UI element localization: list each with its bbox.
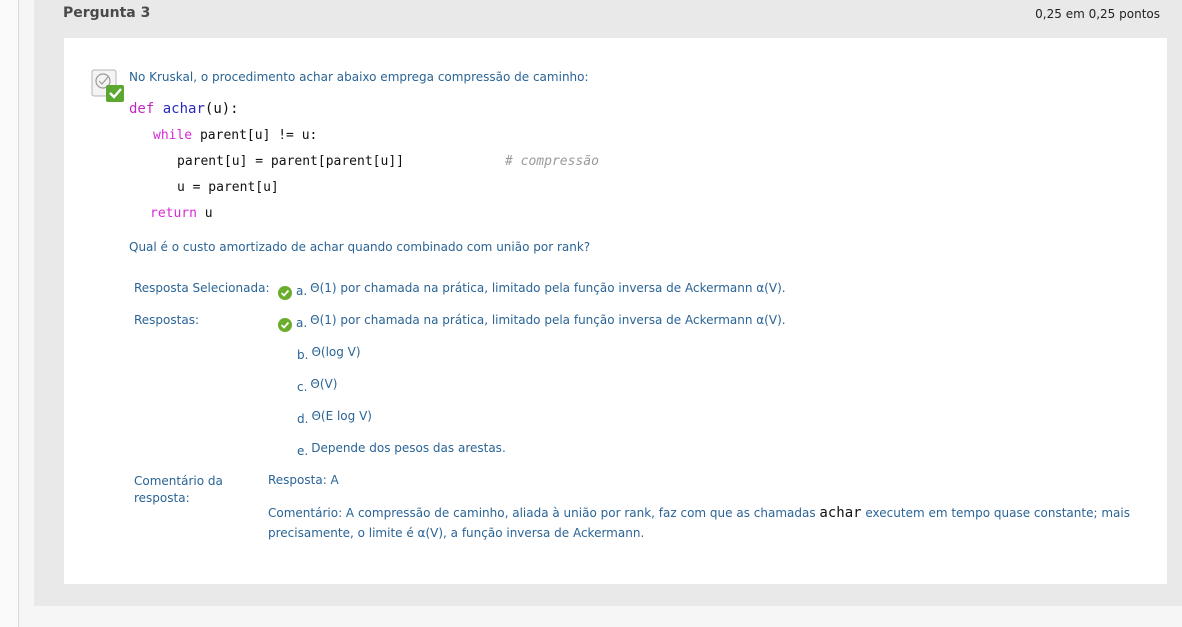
code-text: parent[u] = parent[parent[u]]: [177, 154, 404, 169]
question-score: 0,25 em 0,25 pontos: [1035, 7, 1160, 21]
code-line-1: def achar(u):: [129, 101, 239, 117]
answer-text: Θ(log V): [311, 345, 361, 359]
answer-text: Θ(1) por chamada na prática, limitado pe…: [310, 281, 786, 295]
answer-letter: e.: [297, 444, 309, 458]
answer-letter: c.: [297, 380, 308, 394]
answers-label: Respostas:: [134, 313, 199, 327]
feedback-comment-code: achar: [819, 505, 862, 521]
answer-letter: b.: [297, 348, 309, 362]
code-text: parent[u] != u:: [192, 128, 318, 143]
code-text: (u):: [204, 101, 239, 117]
feedback-answer: Resposta: A: [268, 473, 339, 487]
selected-answer-label: Resposta Selecionada:: [134, 281, 270, 295]
feedback-comment-prefix: Comentário: A compressão de caminho, ali…: [268, 506, 820, 520]
code-keyword: return: [150, 206, 197, 221]
answer-option-e: e. Depende dos pesos das arestas.: [297, 441, 506, 458]
code-function-name: achar: [162, 101, 205, 117]
feedback-label-line2: resposta:: [134, 491, 190, 505]
answer-text: Depende dos pesos das arestas.: [311, 441, 506, 455]
code-line-4: u = parent[u]: [177, 180, 279, 195]
answer-option-a: a. Θ(1) por chamada na prática, limitado …: [296, 313, 786, 330]
code-keyword: def: [129, 101, 155, 117]
answer-letter: a.: [296, 284, 308, 298]
answer-letter: a.: [296, 316, 308, 330]
selected-answer: a. Θ(1) por chamada na prática, limitado …: [296, 281, 786, 298]
answer-text: Θ(1) por chamada na prática, limitado pe…: [310, 313, 786, 327]
code-line-3: parent[u] = parent[parent[u]]: [177, 154, 404, 169]
code-text: u = parent[u]: [177, 180, 279, 195]
answer-option-c: c. Θ(V): [297, 377, 338, 394]
correct-question-icon: [91, 69, 124, 102]
question-ask: Qual é o custo amortizado de achar quand…: [129, 240, 591, 254]
question-title: Pergunta 3: [63, 5, 151, 21]
question-prompt: No Kruskal, o procedimento achar abaixo …: [129, 70, 589, 84]
answer-option-b: b. Θ(log V): [297, 345, 361, 362]
code-line-2: while parent[u] != u:: [153, 128, 317, 143]
code-keyword: while: [153, 128, 193, 143]
code-comment: # compressão: [505, 154, 599, 169]
correct-check-icon: [278, 318, 292, 332]
correct-check-icon: [278, 286, 292, 300]
feedback-label: Comentário da resposta:: [134, 473, 223, 507]
feedback-comment: Comentário: A compressão de caminho, ali…: [268, 503, 1148, 543]
code-text: u: [196, 206, 213, 221]
answer-option-d: d. Θ(E log V): [297, 409, 372, 426]
answer-text: Θ(V): [310, 377, 338, 391]
feedback-label-line1: Comentário da: [134, 474, 223, 488]
answer-text: Θ(E log V): [311, 409, 372, 423]
answer-letter: d.: [297, 412, 309, 426]
code-line-5: return u: [150, 206, 213, 221]
left-border: [0, 0, 19, 627]
